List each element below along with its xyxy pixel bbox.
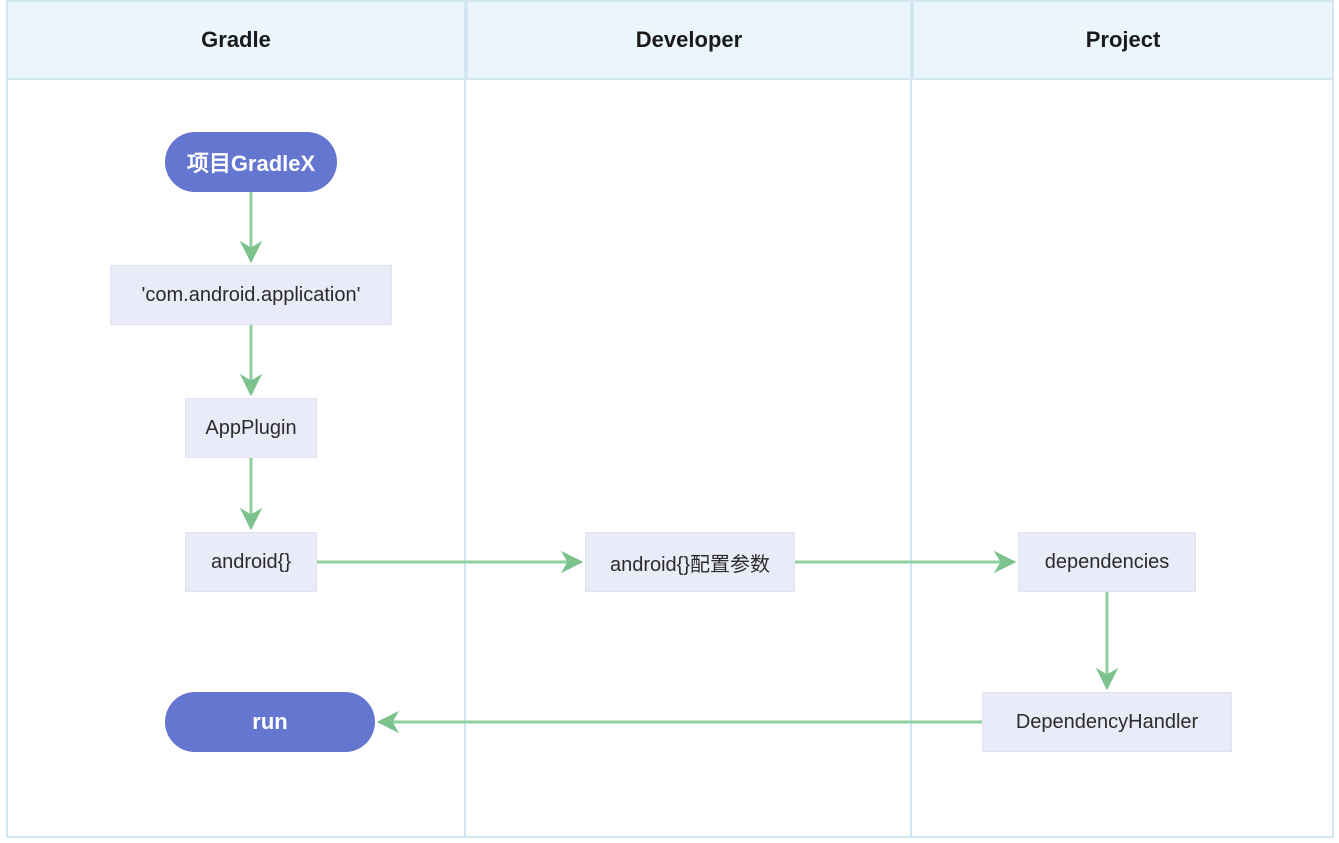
node-app-plugin: AppPlugin xyxy=(185,398,317,458)
node-start: 项目GradleX xyxy=(165,132,337,192)
node-dependencies: dependencies xyxy=(1018,532,1196,592)
lane-header-gradle: Gradle xyxy=(6,0,466,80)
lane-header-project: Project xyxy=(912,0,1334,80)
node-dep-handler: DependencyHandler xyxy=(982,692,1232,752)
node-run: run xyxy=(165,692,375,752)
node-android-config: android{}配置参数 xyxy=(585,532,795,592)
lane-body-developer xyxy=(466,80,912,838)
lane-header-developer: Developer xyxy=(466,0,912,80)
node-plugin-id: 'com.android.application' xyxy=(110,265,392,325)
node-android-block: android{} xyxy=(185,532,317,592)
swimlane-diagram: Gradle Developer Project 项目GradleX 'com.… xyxy=(0,0,1339,843)
